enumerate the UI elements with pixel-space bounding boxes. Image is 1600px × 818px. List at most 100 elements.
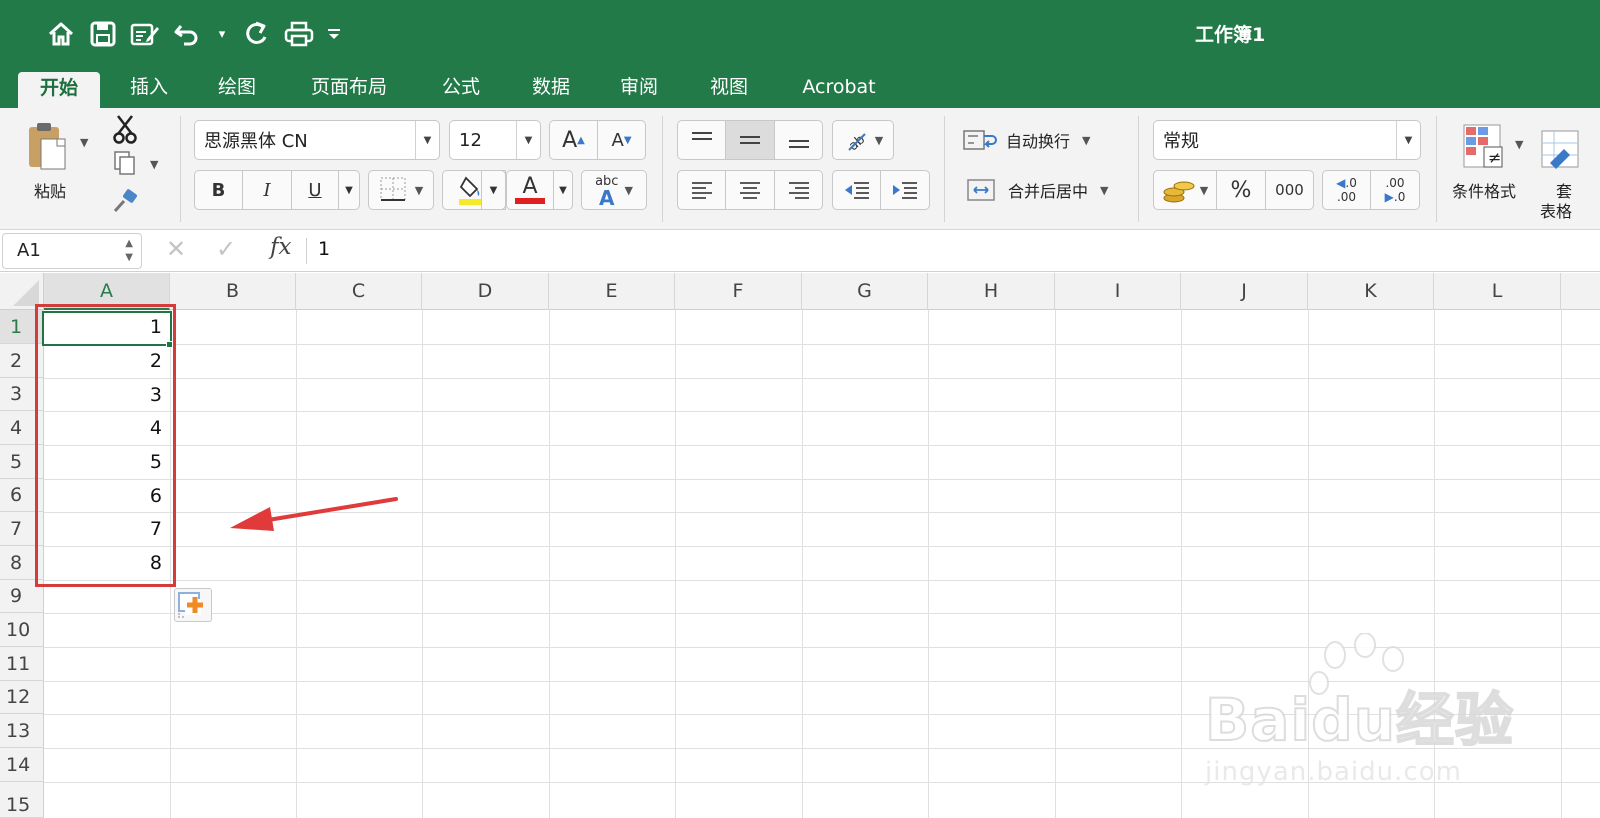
font-size-dropdown-icon[interactable]: ▼ (516, 121, 540, 159)
currency-format-button[interactable]: ▼ (1153, 170, 1217, 210)
underline-dropdown-icon[interactable]: ▼ (338, 170, 360, 210)
font-color-dropdown-icon[interactable]: ▼ (553, 170, 573, 210)
font-name-combobox[interactable]: 思源黑体 CN ▼ (194, 120, 440, 160)
align-center-button[interactable] (725, 170, 775, 210)
cancel-entry-icon[interactable]: ✕ (166, 235, 186, 263)
column-header-c[interactable]: C (296, 273, 422, 310)
redo-icon[interactable] (236, 16, 278, 52)
row-header-14[interactable]: 14 (0, 748, 44, 782)
decrease-font-button[interactable]: A ▼ (597, 120, 646, 160)
increase-font-button[interactable]: A ▲ (549, 120, 598, 160)
copy-dropdown-icon[interactable]: ▼ (150, 158, 158, 171)
arrow-right-icon: ▶ (1384, 190, 1394, 204)
align-right-button[interactable] (774, 170, 823, 210)
decrease-decimal-button[interactable]: .00 ▶.0 (1370, 170, 1420, 210)
gridline (296, 310, 297, 818)
worksheet-grid[interactable]: A B C D E F G H I J K L 1 2 3 4 5 6 7 8 … (0, 273, 1600, 818)
number-format-dropdown-icon[interactable]: ▼ (1396, 121, 1420, 159)
align-bottom-button[interactable] (774, 120, 823, 160)
tab-insert[interactable]: 插入 (116, 72, 182, 108)
column-header-h[interactable]: H (928, 273, 1055, 310)
row-header-10[interactable]: 10 (0, 613, 44, 647)
format-painter-icon[interactable] (108, 186, 142, 218)
auto-fill-options-icon (178, 592, 203, 618)
italic-button[interactable]: I (242, 170, 292, 210)
conditional-formatting-button[interactable]: ≠ (1454, 118, 1514, 174)
comma-style-button[interactable]: 000 (1265, 170, 1314, 210)
column-header-i[interactable]: I (1055, 273, 1181, 310)
column-header-e[interactable]: E (549, 273, 675, 310)
formula-bar: A1 ▲ ▼ ✕ ✓ fx 1 (0, 230, 1600, 272)
name-box[interactable]: A1 ▲ ▼ (2, 233, 142, 269)
copy-icon[interactable] (108, 148, 142, 178)
paste-dropdown-icon[interactable]: ▼ (80, 136, 88, 149)
percent-style-button[interactable]: % (1216, 170, 1266, 210)
align-top-button[interactable] (677, 120, 726, 160)
tab-page-layout[interactable]: 页面布局 (296, 72, 402, 108)
tab-formulas[interactable]: 公式 (428, 72, 494, 108)
ribbon-separator (1436, 116, 1437, 222)
print-icon[interactable] (278, 16, 320, 52)
insert-function-icon[interactable]: fx (270, 234, 291, 260)
merge-center-icon (967, 179, 995, 201)
bold-button[interactable]: B (194, 170, 243, 210)
decrease-indent-button[interactable] (832, 170, 881, 210)
increase-indent-button[interactable] (880, 170, 930, 210)
tab-home[interactable]: 开始 (18, 72, 100, 108)
font-name-dropdown-icon[interactable]: ▼ (415, 121, 439, 159)
text-orientation-icon: ab (846, 132, 868, 154)
row-header-15[interactable]: 15 (0, 782, 44, 818)
format-as-table-button[interactable] (1540, 124, 1600, 174)
column-header-d[interactable]: D (422, 273, 549, 310)
fill-color-dropdown-icon[interactable]: ▼ (481, 170, 506, 210)
undo-icon[interactable] (166, 16, 208, 52)
row-header-12[interactable]: 12 (0, 681, 44, 714)
ribbon-separator (944, 116, 945, 222)
customize-toolbar-icon[interactable] (320, 16, 348, 52)
formula-input[interactable]: 1 (318, 238, 330, 260)
cut-icon[interactable] (108, 114, 142, 144)
increase-decimal-button[interactable]: ◀.0 .00 (1322, 170, 1371, 210)
home-icon[interactable] (40, 16, 82, 52)
borders-button[interactable]: ▼ (368, 170, 434, 210)
row-header-13[interactable]: 13 (0, 714, 44, 748)
auto-fill-options-button[interactable] (174, 588, 212, 622)
wrap-text-button[interactable]: 自动换行 ▼ (962, 122, 1112, 158)
paste-button[interactable] (18, 116, 76, 178)
merge-center-button[interactable]: 合并后居中 ▼ (966, 172, 1126, 208)
column-header-k[interactable]: K (1308, 273, 1434, 310)
tab-review[interactable]: 审阅 (606, 72, 672, 108)
align-left-button[interactable] (677, 170, 726, 210)
triangle-up-icon: ▲ (577, 134, 585, 146)
column-header-j[interactable]: J (1181, 273, 1308, 310)
font-color-button[interactable]: A (506, 170, 554, 210)
orientation-button[interactable]: ab ▼ (832, 120, 894, 160)
font-name-value: 思源黑体 CN (204, 131, 308, 152)
underline-button[interactable]: U (291, 170, 339, 210)
gridline (928, 310, 929, 818)
save-icon[interactable] (82, 16, 124, 52)
edit-document-icon[interactable] (124, 16, 166, 52)
font-size-combobox[interactable]: 12 ▼ (449, 120, 541, 160)
annotation-arrow (230, 497, 398, 531)
column-header-f[interactable]: F (675, 273, 802, 310)
tab-view[interactable]: 视图 (696, 72, 762, 108)
ribbon-separator (662, 116, 663, 222)
column-header-b[interactable]: B (170, 273, 296, 310)
tab-acrobat[interactable]: Acrobat (790, 72, 888, 108)
name-box-stepper-icon[interactable]: ▲ ▼ (125, 237, 133, 265)
align-middle-button[interactable] (725, 120, 775, 160)
row-header-11[interactable]: 11 (0, 647, 44, 681)
undo-dropdown-icon[interactable]: ▾ (208, 16, 236, 52)
formula-separator (306, 238, 307, 264)
conditional-formatting-dropdown-icon[interactable]: ▼ (1515, 138, 1523, 151)
tab-draw[interactable]: 绘图 (204, 72, 270, 108)
confirm-entry-icon[interactable]: ✓ (216, 235, 236, 263)
column-header-g[interactable]: G (802, 273, 928, 310)
tab-data[interactable]: 数据 (518, 72, 584, 108)
number-format-combobox[interactable]: 常规 ▼ (1153, 120, 1421, 160)
decrease-indent-icon (844, 182, 869, 199)
phonetic-guide-button[interactable]: abc A ▼ (581, 170, 647, 210)
baidu-watermark: Baidu经验 jingyan.baidu.com (1204, 633, 1514, 787)
column-header-l[interactable]: L (1434, 273, 1561, 310)
